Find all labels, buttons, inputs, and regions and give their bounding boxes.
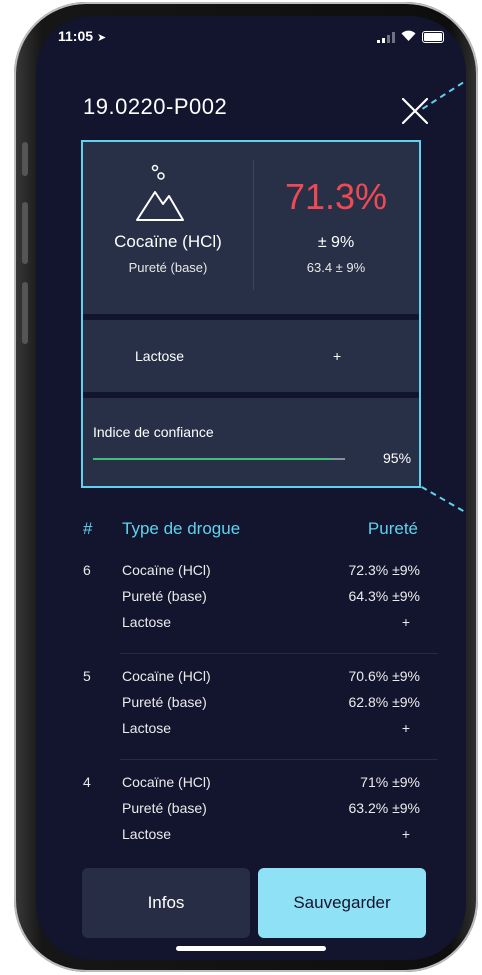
purity-label: Pureté (base)	[128, 260, 208, 275]
row-purity-label: Pureté (base)	[122, 694, 207, 710]
row-drug-value: 70.6% ±9%	[348, 668, 420, 684]
row-drug-name: Cocaïne (HCl)	[122, 562, 211, 578]
callout-line-bottom	[421, 486, 466, 528]
row-drug-name: Cocaïne (HCl)	[122, 774, 211, 790]
table-row[interactable]: 4 Cocaïne (HCl) 71% ±9% Pureté (base) 63…	[36, 774, 466, 880]
status-icons	[377, 28, 444, 46]
confidence-value: 95%	[383, 450, 412, 466]
volume-up-button	[22, 202, 28, 264]
row-divider	[120, 759, 438, 760]
save-button[interactable]: Sauvegarder	[258, 868, 426, 938]
status-time-text: 11:05	[58, 28, 94, 44]
row-purity-value: 62.8% ±9%	[348, 694, 420, 710]
adulterant-value: +	[333, 348, 342, 364]
row-purity-value: 64.3% ±9%	[348, 588, 420, 604]
row-drug-value: 72.3% ±9%	[348, 562, 420, 578]
row-number: 6	[83, 562, 91, 578]
row-adulterant-label: Lactose	[122, 614, 172, 630]
purity-margin: ± 9%	[317, 234, 355, 251]
mute-switch	[22, 142, 28, 176]
row-adulterant-label: Lactose	[122, 826, 172, 842]
column-header-purity: Pureté	[367, 519, 418, 538]
confidence-label: Indice de confiance	[93, 424, 214, 440]
row-purity-label: Pureté (base)	[122, 800, 207, 816]
signal-icon	[377, 31, 395, 43]
column-header-num: #	[83, 519, 93, 538]
purity-base: 63.4 ± 9%	[306, 260, 366, 275]
page-title: 19.0220-P002	[83, 94, 228, 119]
location-arrow-icon: ➤	[96, 32, 107, 44]
close-icon[interactable]	[400, 96, 430, 126]
result-card: Cocaïne (HCl) Pureté (base) 71.3% ± 9% 6…	[81, 140, 421, 488]
row-number: 5	[83, 668, 91, 684]
confidence-bar-track	[93, 458, 345, 460]
column-header-type: Type de drogue	[122, 519, 241, 538]
app-screen: 11:05 ➤ 19.0220-P002 Cocaïne (HCl) Puret…	[36, 16, 466, 960]
result-summary: Cocaïne (HCl) Pureté (base) 71.3% ± 9% 6…	[83, 142, 419, 314]
mountain-icon	[131, 162, 191, 226]
confidence-row: Indice de confiance 95%	[83, 398, 419, 486]
row-adulterant-label: Lactose	[122, 720, 172, 736]
status-time: 11:05 ➤	[58, 28, 106, 44]
callout-line-top	[422, 64, 466, 110]
history-table: 6 Cocaïne (HCl) 72.3% ±9% Pureté (base) …	[36, 562, 466, 880]
row-adulterant-value: +	[401, 614, 410, 630]
volume-down-button	[22, 282, 28, 344]
drug-name: Cocaïne (HCl)	[114, 232, 222, 251]
table-row[interactable]: 5 Cocaïne (HCl) 70.6% ±9% Pureté (base) …	[36, 668, 466, 774]
battery-icon	[422, 31, 444, 43]
adulterant-name: Lactose	[135, 348, 185, 364]
row-drug-name: Cocaïne (HCl)	[122, 668, 211, 684]
row-divider	[120, 653, 438, 654]
adulterant-row: Lactose +	[83, 320, 419, 392]
infos-button[interactable]: Infos	[82, 868, 250, 938]
home-indicator[interactable]	[176, 946, 326, 951]
row-number: 4	[83, 774, 91, 790]
row-purity-value: 63.2% ±9%	[348, 800, 420, 816]
row-drug-value: 71% ±9%	[360, 774, 420, 790]
row-adulterant-value: +	[401, 826, 410, 842]
table-row[interactable]: 6 Cocaïne (HCl) 72.3% ±9% Pureté (base) …	[36, 562, 466, 668]
row-adulterant-value: +	[401, 720, 410, 736]
wifi-icon	[401, 28, 416, 46]
confidence-bar-fill	[93, 458, 333, 460]
purity-percent: 71.3%	[284, 176, 388, 217]
row-purity-label: Pureté (base)	[122, 588, 207, 604]
